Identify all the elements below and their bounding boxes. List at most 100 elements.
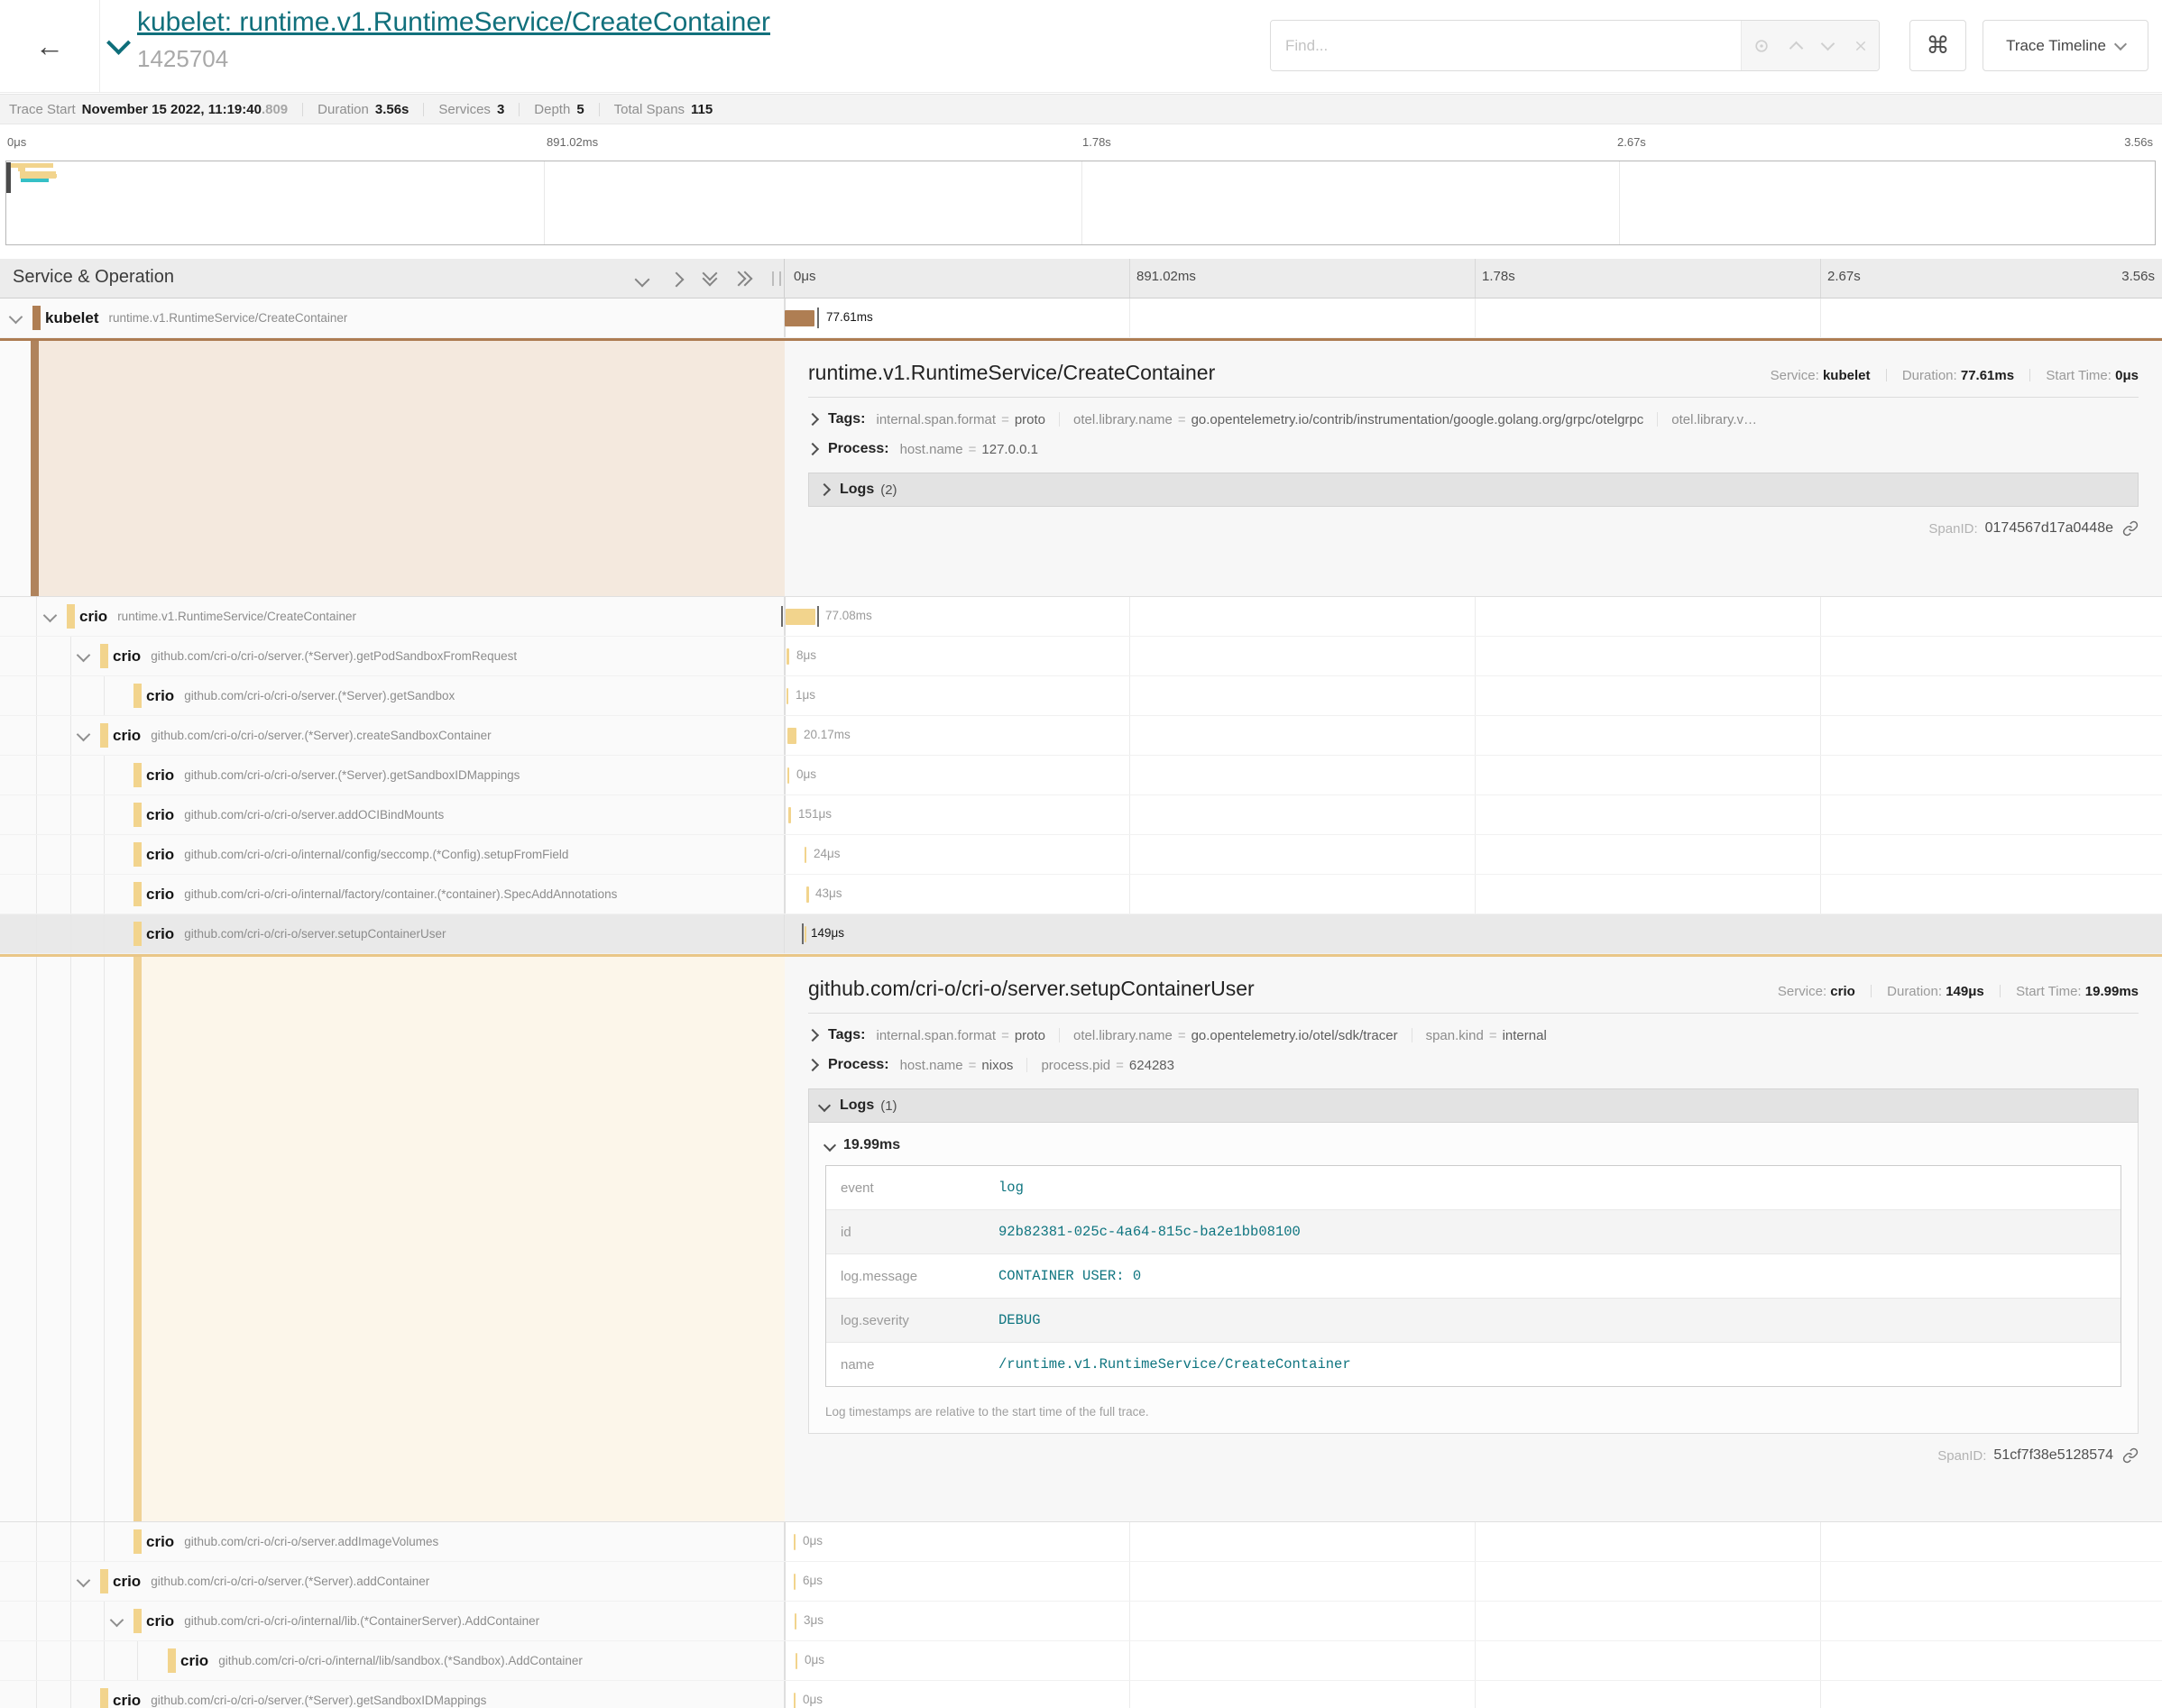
minimap-span-bar-teal [21,179,49,182]
span-name-cell[interactable]: criogithub.com/cri-o/cri-o/server.(*Serv… [0,637,785,675]
detail-tint [39,341,785,596]
log-field-value: 92b82381-025c-4a64-815c-ba2e1bb08100 [998,1224,1301,1240]
minimap-drag-handle[interactable] [6,162,11,193]
row-collapse-icon[interactable] [77,648,91,663]
trace-title-chevron-down-icon[interactable] [106,31,131,55]
span-duration-bar[interactable] [787,767,789,784]
span-row[interactable]: criogithub.com/cri-o/cri-o/internal/lib/… [0,1641,2162,1681]
row-collapse-icon[interactable] [43,609,58,623]
span-name-cell[interactable]: criogithub.com/cri-o/cri-o/internal/lib.… [0,1602,785,1640]
span-duration-bar[interactable] [787,728,796,744]
log-field-value: DEBUG [998,1312,1041,1328]
span-row[interactable]: kubeletruntime.v1.RuntimeService/CreateC… [0,298,2162,338]
span-duration-label: 0μs [796,767,816,781]
copy-link-icon[interactable] [2122,1447,2139,1464]
tags-row[interactable]: Tags: internal.span.formatproto otel.lib… [808,411,2139,427]
chevron-right-icon [808,1029,819,1042]
back-button[interactable]: ← [0,0,100,92]
process-row[interactable]: Process: host.namenixos process.pid62428… [808,1057,2139,1073]
span-name-cell[interactable]: kubeletruntime.v1.RuntimeService/CreateC… [0,298,785,337]
column-resize-handle[interactable] [772,271,781,286]
span-duration-bar[interactable] [794,1693,796,1708]
span-duration-bar[interactable] [806,886,809,903]
logs-footnote: Log timestamps are relative to the start… [825,1401,2121,1419]
span-row[interactable]: criogithub.com/cri-o/cri-o/server.(*Serv… [0,716,2162,756]
collapse-one-level-icon[interactable] [671,273,682,289]
span-operation: github.com/cri-o/cri-o/server.(*Server).… [151,1575,429,1588]
span-row[interactable]: criogithub.com/cri-o/cri-o/internal/fact… [0,875,2162,914]
log-field-key: id [826,1225,998,1240]
span-row[interactable]: criogithub.com/cri-o/cri-o/server.addOCI… [0,795,2162,835]
log-entry-header[interactable]: 19.99ms [825,1137,2121,1153]
logs-section-header[interactable]: Logs (2) [808,473,2139,507]
span-row[interactable]: crioruntime.v1.RuntimeService/CreateCont… [0,597,2162,637]
find-clear-icon[interactable] [1854,39,1868,53]
row-collapse-icon[interactable] [110,1613,124,1628]
span-row[interactable]: criogithub.com/cri-o/cri-o/server.(*Serv… [0,637,2162,676]
span-name-cell[interactable]: criogithub.com/cri-o/cri-o/server.setupC… [0,914,785,953]
span-duration-bar[interactable] [785,310,814,326]
find-input[interactable] [1271,21,1741,70]
divider [423,103,424,116]
span-row[interactable]: criogithub.com/cri-o/cri-o/server.(*Serv… [0,676,2162,716]
span-color-bar [100,723,108,748]
span-duration-bar[interactable] [794,1534,796,1550]
row-collapse-icon[interactable] [77,1574,91,1588]
keyboard-shortcuts-button[interactable]: ⌘ [1909,20,1966,71]
span-duration-bar[interactable] [786,609,815,625]
span-operation: github.com/cri-o/cri-o/server.addOCIBind… [184,808,444,822]
collapse-all-icon[interactable] [738,273,750,284]
span-duration-bar[interactable] [805,926,806,942]
span-name-cell[interactable]: criogithub.com/cri-o/cri-o/server.(*Serv… [0,1681,785,1708]
span-row[interactable]: criogithub.com/cri-o/cri-o/server.(*Serv… [0,1681,2162,1708]
span-row[interactable]: criogithub.com/cri-o/cri-o/server.(*Serv… [0,1562,2162,1602]
trace-title-link[interactable]: kubelet: runtime.v1.RuntimeService/Creat… [137,7,770,38]
find-prev-icon[interactable] [1789,41,1804,55]
span-duration-bar[interactable] [794,1574,796,1590]
view-selector-button[interactable]: Trace Timeline [1983,20,2148,71]
expand-one-level-icon[interactable] [637,273,648,289]
tags-row[interactable]: Tags: internal.span.formatproto otel.lib… [808,1027,2139,1043]
span-row[interactable]: criogithub.com/cri-o/cri-o/server.(*Serv… [0,756,2162,795]
chevron-right-icon [818,483,831,496]
span-name-cell[interactable]: criogithub.com/cri-o/cri-o/internal/fact… [0,875,785,914]
span-name-cell[interactable]: criogithub.com/cri-o/cri-o/server.addIma… [0,1522,785,1561]
span-row[interactable]: criogithub.com/cri-o/cri-o/internal/conf… [0,835,2162,875]
span-color-bar [133,684,142,708]
detail-card: github.com/cri-o/cri-o/server.setupConta… [785,957,2162,1521]
span-name-cell[interactable]: criogithub.com/cri-o/cri-o/server.(*Serv… [0,756,785,794]
span-name-cell[interactable]: criogithub.com/cri-o/cri-o/internal/conf… [0,835,785,874]
span-duration-bar[interactable] [788,807,791,823]
row-collapse-icon[interactable] [77,728,91,742]
row-collapse-icon[interactable] [9,310,23,325]
span-name-cell[interactable]: criogithub.com/cri-o/cri-o/server.(*Serv… [0,1562,785,1601]
span-duration-bar[interactable] [787,648,789,665]
duration-value: 77.61ms [1961,368,2014,383]
span-name-cell[interactable]: criogithub.com/cri-o/cri-o/server.(*Serv… [0,716,785,755]
span-name-cell[interactable]: crioruntime.v1.RuntimeService/CreateCont… [0,597,785,636]
span-duration-bar[interactable] [805,847,806,863]
process-row[interactable]: Process: host.name127.0.0.1 [808,441,2139,457]
span-name-cell[interactable]: criogithub.com/cri-o/cri-o/server.addOCI… [0,795,785,834]
span-row[interactable]: criogithub.com/cri-o/cri-o/internal/lib.… [0,1602,2162,1641]
logs-section-header[interactable]: Logs (1) [808,1088,2139,1123]
services-value: 3 [497,102,504,117]
span-duration-bar[interactable] [796,1653,797,1669]
span-row[interactable]: criogithub.com/cri-o/cri-o/server.addIma… [0,1522,2162,1562]
span-name-cell[interactable]: criogithub.com/cri-o/cri-o/internal/lib/… [0,1641,785,1680]
span-row-selected[interactable]: criogithub.com/cri-o/cri-o/server.setupC… [0,914,2162,954]
logs-body: 19.99ms event log id 92b82381-025c-4a64-… [808,1123,2139,1434]
find-next-icon[interactable] [1820,37,1835,51]
span-duration-label: 151μs [798,807,832,821]
span-service: crio [146,925,174,943]
span-name-cell[interactable]: criogithub.com/cri-o/cri-o/server.(*Serv… [0,676,785,715]
copy-link-icon[interactable] [2122,520,2139,537]
expand-all-icon[interactable] [704,273,715,284]
span-duration-bar[interactable] [795,1613,796,1630]
span-duration-bar[interactable] [787,688,788,704]
duration-label: Duration: [1887,984,1942,999]
trace-minimap[interactable] [5,161,2156,245]
divider [519,103,520,116]
locate-icon[interactable] [1753,37,1771,55]
span-operation: github.com/cri-o/cri-o/server.(*Server).… [151,1694,486,1707]
